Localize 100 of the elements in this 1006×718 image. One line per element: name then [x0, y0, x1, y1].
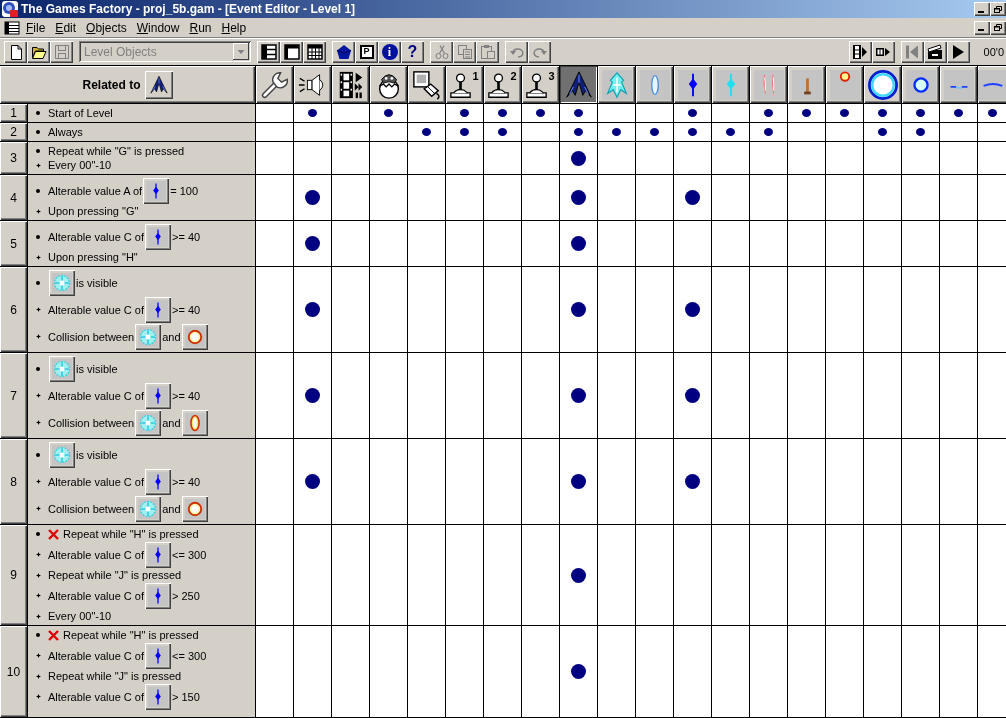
event-grid-cell[interactable]: [294, 142, 332, 174]
event-grid-cell[interactable]: [256, 439, 294, 524]
object-button[interactable]: [145, 468, 171, 495]
event-grid-cell[interactable]: [712, 142, 750, 174]
event-grid-cell[interactable]: [484, 142, 522, 174]
event-grid-cell[interactable]: [560, 353, 598, 438]
event-grid-cell[interactable]: [788, 221, 826, 266]
event-grid-cell[interactable]: [408, 104, 446, 122]
event-grid-cell[interactable]: [408, 123, 446, 141]
object-column-button[interactable]: [408, 66, 445, 103]
event-grid-cell[interactable]: [674, 267, 712, 352]
event-grid-cell[interactable]: [522, 104, 560, 122]
event-grid-cell[interactable]: [674, 525, 712, 625]
row-number[interactable]: 4: [0, 175, 28, 220]
event-grid-cell[interactable]: [750, 123, 788, 141]
event-grid-cell[interactable]: [902, 175, 940, 220]
event-grid-cell[interactable]: [978, 123, 1006, 141]
object-column-button[interactable]: [864, 66, 901, 103]
event-grid-cell[interactable]: [978, 353, 1006, 438]
object-button[interactable]: [145, 582, 171, 609]
event-grid-cell[interactable]: [560, 626, 598, 717]
event-grid-cell[interactable]: [294, 626, 332, 717]
event-grid-cell[interactable]: [826, 439, 864, 524]
event-grid-cell[interactable]: [902, 353, 940, 438]
event-grid-cell[interactable]: [332, 626, 370, 717]
object-button[interactable]: [135, 409, 162, 436]
object-column-button[interactable]: [712, 66, 749, 103]
event-grid-cell[interactable]: [750, 175, 788, 220]
event-grid-cell[interactable]: [522, 353, 560, 438]
event-grid-cell[interactable]: [674, 221, 712, 266]
event-grid-cell[interactable]: [750, 267, 788, 352]
event-grid-cell[interactable]: [940, 142, 978, 174]
event-grid-cell[interactable]: [864, 353, 902, 438]
event-grid-cell[interactable]: [940, 221, 978, 266]
event-grid-cell[interactable]: [674, 626, 712, 717]
event-grid-cell[interactable]: [750, 439, 788, 524]
event-grid-cell[interactable]: [446, 142, 484, 174]
row-number[interactable]: 6: [0, 267, 28, 352]
object-column-button[interactable]: [560, 66, 597, 103]
event-grid-cell[interactable]: [484, 439, 522, 524]
event-grid-cell[interactable]: [256, 123, 294, 141]
object-button[interactable]: [49, 441, 75, 468]
event-grid-cell[interactable]: [256, 104, 294, 122]
event-grid-cell[interactable]: [370, 626, 408, 717]
menu-item[interactable]: Help: [216, 18, 252, 37]
event-grid-cell[interactable]: [598, 267, 636, 352]
clapperboard-button[interactable]: [923, 40, 947, 63]
event-grid-cell[interactable]: [522, 626, 560, 717]
event-grid-cell[interactable]: [408, 267, 446, 352]
run-frame-button[interactable]: [871, 40, 895, 63]
event-grid-cell[interactable]: [256, 142, 294, 174]
event-grid-cell[interactable]: [940, 525, 978, 625]
event-grid-cell[interactable]: [788, 353, 826, 438]
menu-item[interactable]: Run: [184, 18, 217, 37]
event-grid-cell[interactable]: [750, 626, 788, 717]
event-grid-cell[interactable]: [788, 439, 826, 524]
object-button[interactable]: [145, 223, 171, 250]
row-number[interactable]: 8: [0, 439, 28, 524]
event-grid-cell[interactable]: [560, 104, 598, 122]
event-grid-cell[interactable]: [408, 142, 446, 174]
event-grid-cell[interactable]: [522, 123, 560, 141]
event-grid-cell[interactable]: [712, 175, 750, 220]
event-grid-cell[interactable]: [332, 439, 370, 524]
event-grid-cell[interactable]: [712, 626, 750, 717]
event-grid-cell[interactable]: [902, 439, 940, 524]
event-grid-cell[interactable]: [484, 353, 522, 438]
event-grid-cell[interactable]: [408, 353, 446, 438]
event-grid-cell[interactable]: [294, 104, 332, 122]
menu-item[interactable]: Edit: [50, 18, 82, 37]
event-grid-cell[interactable]: [940, 123, 978, 141]
event-grid-cell[interactable]: [332, 353, 370, 438]
event-list-icon[interactable]: [4, 20, 20, 35]
object-button[interactable]: [181, 323, 208, 350]
event-grid-cell[interactable]: [294, 175, 332, 220]
event-grid-cell[interactable]: [978, 267, 1006, 352]
event-grid-cell[interactable]: [256, 353, 294, 438]
event-grid-cell[interactable]: [788, 175, 826, 220]
event-grid-cell[interactable]: [370, 142, 408, 174]
event-grid-cell[interactable]: [256, 175, 294, 220]
row-number[interactable]: 10: [0, 626, 28, 717]
event-grid-cell[interactable]: [446, 525, 484, 625]
open-button[interactable]: [27, 40, 50, 63]
event-grid-cell[interactable]: [864, 525, 902, 625]
run-application-button[interactable]: [848, 40, 872, 63]
event-grid-cell[interactable]: [978, 142, 1006, 174]
event-grid-cell[interactable]: [294, 353, 332, 438]
event-grid-cell[interactable]: [902, 123, 940, 141]
event-grid-cell[interactable]: [484, 104, 522, 122]
restore-button[interactable]: [990, 20, 1006, 35]
minimize-button[interactable]: [974, 20, 990, 35]
event-grid-cell[interactable]: [370, 104, 408, 122]
event-grid-cell[interactable]: [598, 142, 636, 174]
list-view-button[interactable]: [257, 40, 280, 63]
event-grid-cell[interactable]: [712, 525, 750, 625]
object-column-button[interactable]: [332, 66, 369, 103]
event-grid-cell[interactable]: [864, 142, 902, 174]
event-grid-cell[interactable]: [294, 123, 332, 141]
event-grid-cell[interactable]: [712, 123, 750, 141]
event-grid-cell[interactable]: [940, 626, 978, 717]
event-grid-cell[interactable]: [826, 221, 864, 266]
